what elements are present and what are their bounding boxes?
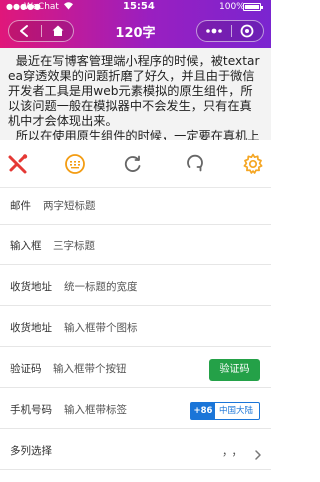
- form-row-verify-code: 验证码 输入框带个按钮 验证码: [0, 351, 271, 388]
- form-row-address: 收货地址 统一标题的宽度: [0, 269, 271, 306]
- gear-icon[interactable]: [241, 152, 265, 176]
- more-icon[interactable]: [197, 21, 231, 41]
- form-row-email: 邮件 两字短标题: [0, 188, 271, 225]
- country-code: +86: [191, 403, 215, 419]
- reload-icon[interactable]: [183, 152, 207, 176]
- address-input[interactable]: 统一标题的宽度: [64, 269, 138, 306]
- multi-select-value[interactable]: ，，: [222, 433, 247, 470]
- phone-input[interactable]: 输入框带标签: [64, 392, 127, 429]
- field-label: 手机号码: [10, 404, 52, 416]
- text-input[interactable]: 三字标题: [53, 228, 95, 265]
- chevron-right-icon: [253, 446, 263, 460]
- field-label: 邮件: [10, 200, 31, 212]
- field-label: 输入框: [10, 240, 42, 252]
- form-row-address-icon: 收货地址 输入框带个图标: [0, 310, 271, 347]
- battery-icon: [243, 3, 263, 11]
- nav-capsule-right: [196, 20, 264, 42]
- field-label: 收货地址: [10, 281, 52, 293]
- navigation-header: ●●●●● WeChat 15:54 100% 120字: [0, 0, 271, 48]
- field-label: 验证码: [10, 363, 42, 375]
- status-bar: ●●●●● WeChat 15:54 100%: [0, 0, 271, 14]
- status-time: 15:54: [123, 1, 155, 12]
- verify-code-button[interactable]: 验证码: [209, 359, 260, 381]
- icon-toolbar: [0, 140, 271, 188]
- form-row-phone: 手机号码 输入框带标签 +86 中国大陆: [0, 392, 271, 429]
- email-field[interactable]: 两字短标题: [43, 188, 96, 225]
- address-icon-input[interactable]: 输入框带个图标: [64, 310, 138, 347]
- text-area[interactable]: 最近在写博客管理端小程序的时候，被textarea穿透效果的问题折磨了好久，并且…: [0, 48, 271, 140]
- verify-code-input[interactable]: 输入框带个按钮: [53, 351, 127, 388]
- wifi-icon: [63, 1, 74, 13]
- field-label: 收货地址: [10, 322, 52, 334]
- carrier-name: WeChat: [24, 2, 59, 12]
- form-row-input: 输入框 三字标题: [0, 228, 271, 265]
- country-name: 中国大陆: [219, 406, 254, 416]
- refresh-icon[interactable]: [121, 152, 145, 176]
- tools-icon[interactable]: [6, 152, 30, 176]
- field-label: 多列选择: [10, 445, 52, 457]
- form-row-multi-select[interactable]: 多列选择 ，，: [0, 433, 271, 470]
- battery-percent: 100%: [219, 2, 245, 12]
- close-miniprogram-icon[interactable]: [232, 21, 263, 41]
- keyboard-icon[interactable]: [63, 152, 87, 176]
- country-code-tag[interactable]: +86 中国大陆: [190, 402, 260, 420]
